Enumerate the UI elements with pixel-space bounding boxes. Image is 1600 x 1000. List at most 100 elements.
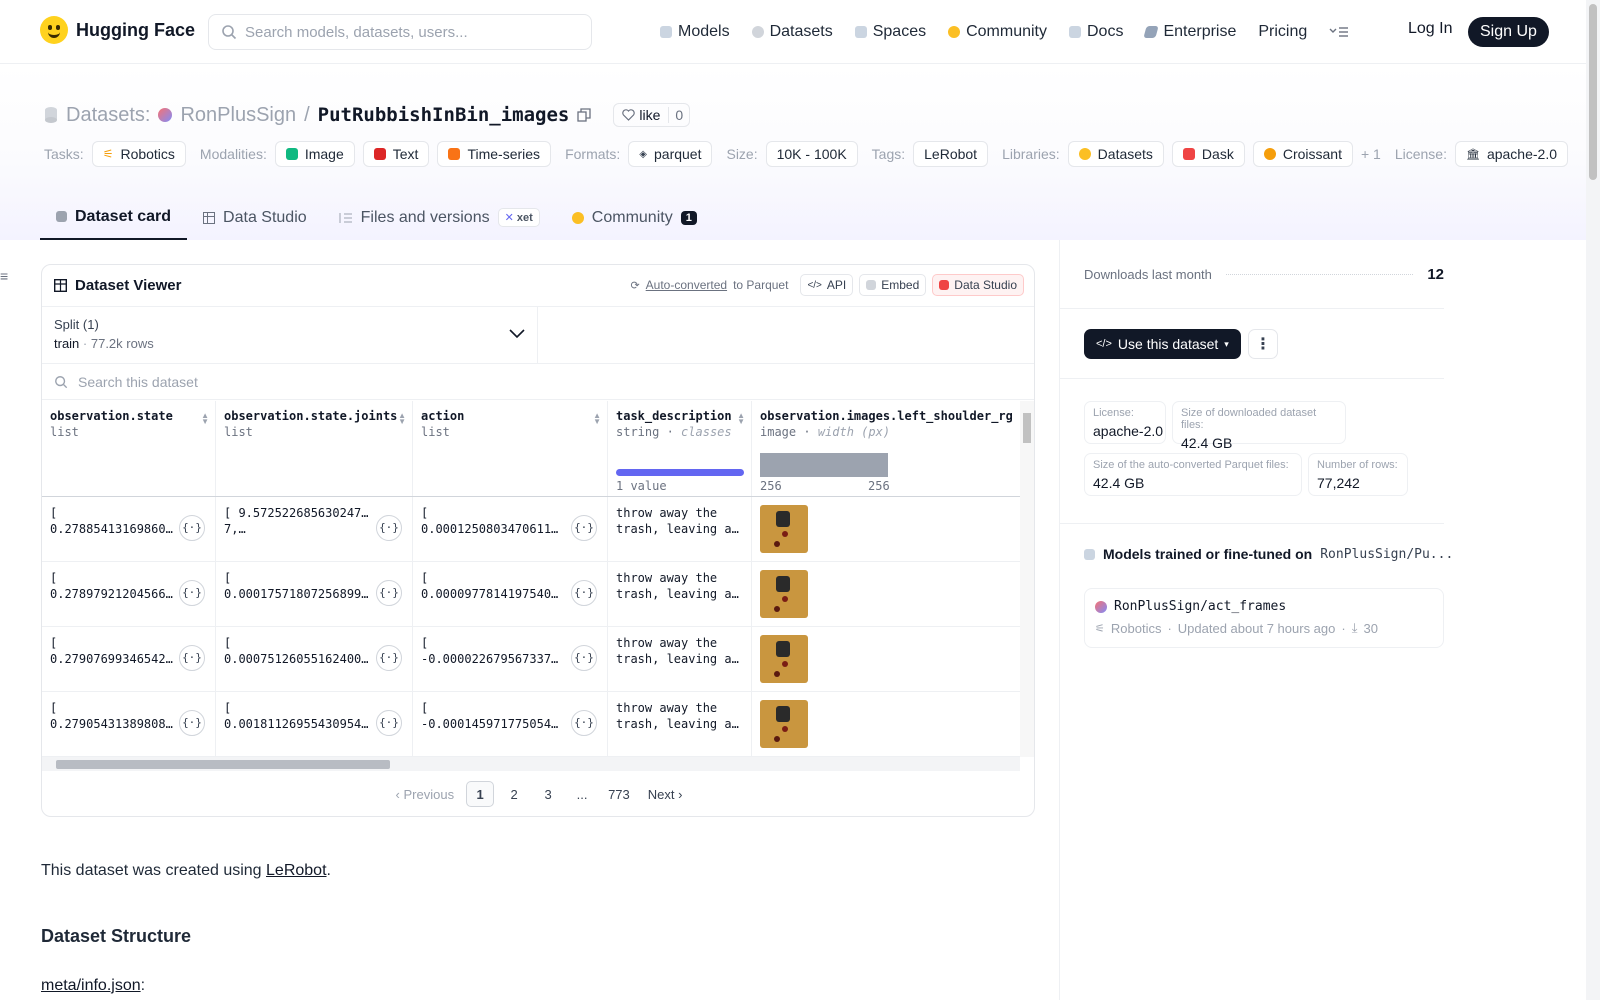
expand-json-icon[interactable]: {·} xyxy=(571,645,597,671)
brand-logo[interactable]: Hugging Face xyxy=(40,16,195,44)
sort-icon[interactable]: ▲ ▼ xyxy=(593,412,601,426)
previous-page-button[interactable]: ‹ Previous xyxy=(390,781,461,807)
more-options-button[interactable]: ⋮ xyxy=(1248,329,1278,359)
cell-action: [ -0.0001459717750549… xyxy=(421,701,565,731)
bank-icon: 🏛 xyxy=(1465,148,1480,161)
column-name: task_description xyxy=(616,409,732,423)
toc-toggle-icon[interactable]: ≡ xyxy=(0,268,8,284)
expand-json-icon[interactable]: {·} xyxy=(179,645,205,671)
nav-spaces[interactable]: Spaces xyxy=(854,23,926,41)
tag-dask[interactable]: Dask xyxy=(1171,141,1245,167)
viewer-data-studio-button[interactable]: Data Studio xyxy=(932,274,1024,296)
image-thumbnail[interactable] xyxy=(760,700,808,748)
scrollbar-thumb[interactable] xyxy=(1023,413,1031,443)
model-card[interactable]: RonPlusSign/act_frames ⚟ Robotics · Updated… xyxy=(1084,588,1444,648)
tag-text[interactable]: Text xyxy=(362,141,430,167)
expand-json-icon[interactable]: {·} xyxy=(571,515,597,541)
column-header[interactable]: observation.images.left_shoulder_rgb imag… xyxy=(752,401,1020,496)
split-selector[interactable]: Split (1) train · 77.2k rows xyxy=(42,307,538,364)
expand-json-icon[interactable]: {·} xyxy=(376,580,402,606)
nav-models[interactable]: Models xyxy=(660,23,730,41)
column-header[interactable]: task_description string · classes 1 value… xyxy=(608,401,752,496)
image-thumbnail[interactable] xyxy=(760,635,808,683)
tag-croissant[interactable]: Croissant xyxy=(1252,141,1353,167)
tag-size[interactable]: 10K - 100K xyxy=(765,141,858,167)
table-horizontal-scrollbar[interactable] xyxy=(42,757,1020,771)
sort-icon[interactable]: ▲ ▼ xyxy=(737,412,745,426)
tag-parquet[interactable]: ◈ parquet xyxy=(628,141,713,167)
page-button[interactable]: 773 xyxy=(602,781,636,807)
copy-icon[interactable] xyxy=(577,108,591,122)
global-search-input[interactable] xyxy=(245,23,575,41)
tab-dataset-card[interactable]: Dataset card xyxy=(40,195,188,240)
stat-value: 42.4 GB xyxy=(1093,475,1145,491)
column-header[interactable]: action list ▲ ▼ xyxy=(413,401,608,496)
expand-json-icon[interactable]: {·} xyxy=(179,710,205,736)
signup-button[interactable]: Sign Up xyxy=(1468,17,1549,47)
cell-action: [ -0.0000226795673370… xyxy=(421,636,565,666)
login-link[interactable]: Log In xyxy=(1408,20,1452,38)
tag-robotics[interactable]: ⚟ Robotics xyxy=(91,141,186,167)
nav-community[interactable]: Community xyxy=(948,23,1047,41)
expand-json-icon[interactable]: {·} xyxy=(179,515,205,541)
page-button[interactable]: 2 xyxy=(500,781,528,807)
tab-community[interactable]: Community 1 xyxy=(556,195,713,240)
table-row[interactable]: [ 0.27897921204566… {·} [ 0.0001757180725… xyxy=(42,562,1020,627)
column-header[interactable]: observation.state.joints list ▲ ▼ xyxy=(216,401,413,496)
owner-link[interactable]: RonPlusSign xyxy=(180,104,296,127)
page-button[interactable]: 3 xyxy=(534,781,562,807)
expand-json-icon[interactable]: {·} xyxy=(179,580,205,606)
libraries-more[interactable]: + 1 xyxy=(1361,146,1381,162)
tag-time-series[interactable]: Time-series xyxy=(437,141,552,167)
column-header[interactable]: observation.state list ▲ ▼ xyxy=(42,401,216,496)
next-page-button[interactable]: Next › xyxy=(642,781,689,807)
tag-datasets-lib[interactable]: Datasets xyxy=(1067,141,1164,167)
nav-more-menu[interactable] xyxy=(1329,25,1349,39)
tag-license[interactable]: 🏛 apache-2.0 xyxy=(1454,141,1569,167)
use-dataset-button[interactable]: </> Use this dataset ▾ xyxy=(1084,329,1241,359)
stat-value: 42.4 GB xyxy=(1181,435,1233,451)
intro-period: . xyxy=(326,862,331,879)
page-scrollbar[interactable] xyxy=(1586,0,1600,1000)
expand-json-icon[interactable]: {·} xyxy=(376,710,402,736)
like-button[interactable]: like 0 xyxy=(613,103,691,127)
image-thumbnail[interactable] xyxy=(760,505,808,553)
info-json-link[interactable]: meta/info.json xyxy=(41,977,141,994)
table-row[interactable]: [ 0.27907699346542… {·} [ 0.0007512605516… xyxy=(42,627,1020,692)
width-histogram-bar[interactable] xyxy=(760,453,888,477)
section-label[interactable]: Datasets: xyxy=(66,104,150,127)
dataset-search[interactable]: Search this dataset xyxy=(42,364,1034,400)
embed-button[interactable]: Embed xyxy=(859,274,927,296)
scrollbar-thumb[interactable] xyxy=(1589,4,1597,180)
scrollbar-thumb[interactable] xyxy=(56,760,390,769)
nav-docs[interactable]: Docs xyxy=(1069,23,1123,41)
models-target[interactable]: RonPlusSign/Pu... xyxy=(1320,547,1453,562)
classes-histogram-bar[interactable] xyxy=(616,469,744,476)
sort-icon[interactable]: ▲ ▼ xyxy=(398,412,406,426)
sort-icon[interactable]: ▲ ▼ xyxy=(201,412,209,426)
nav-pricing[interactable]: Pricing xyxy=(1258,23,1307,41)
expand-json-icon[interactable]: {·} xyxy=(571,710,597,736)
data-table: observation.state list ▲ ▼ observation.stat… xyxy=(42,401,1020,757)
table-row[interactable]: [ 0.27885413169860… {·} [ 9.5725226856302… xyxy=(42,497,1020,562)
expand-json-icon[interactable]: {·} xyxy=(376,645,402,671)
auto-converted-link[interactable]: Auto-converted xyxy=(646,278,727,292)
image-thumbnail[interactable] xyxy=(760,570,808,618)
tag-lerobot[interactable]: LeRobot xyxy=(913,141,989,167)
api-button[interactable]: </> API xyxy=(800,274,854,296)
tab-files[interactable]: Files and versions ✕ xet xyxy=(323,195,556,240)
expand-json-icon[interactable]: {·} xyxy=(571,580,597,606)
lerobot-link[interactable]: LeRobot xyxy=(266,862,327,879)
section-heading: Dataset Structure xyxy=(41,926,192,946)
nav-datasets[interactable]: Datasets xyxy=(751,23,833,41)
table-vertical-scrollbar[interactable] xyxy=(1020,401,1034,757)
page-button[interactable]: 1 xyxy=(466,781,495,807)
nav-enterprise[interactable]: Enterprise xyxy=(1143,23,1236,41)
tag-image[interactable]: Image xyxy=(274,141,355,167)
table-row[interactable]: [ 0.27905431389808… {·} [ 0.0018112695543… xyxy=(42,692,1020,757)
tab-data-studio[interactable]: Data Studio xyxy=(187,195,323,240)
libraries-label: Libraries: xyxy=(1002,146,1060,162)
global-search[interactable] xyxy=(208,14,592,50)
dataset-name[interactable]: PutRubbishInBin_images xyxy=(318,104,570,126)
expand-json-icon[interactable]: {·} xyxy=(376,515,402,541)
